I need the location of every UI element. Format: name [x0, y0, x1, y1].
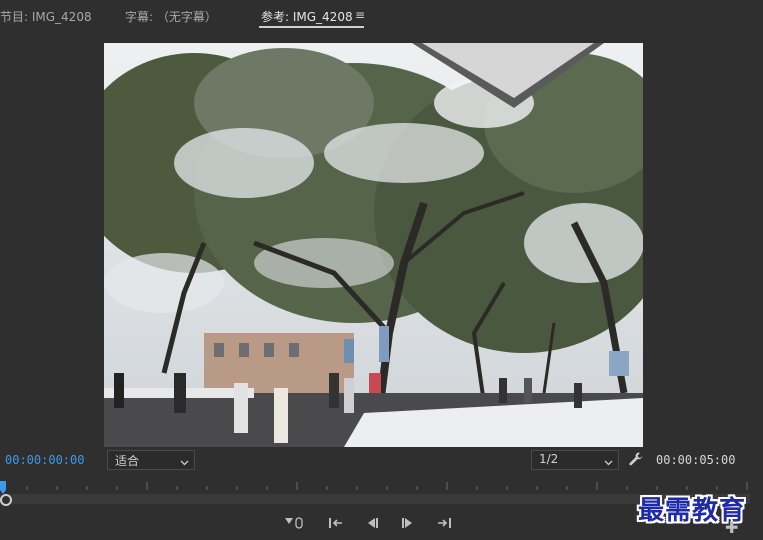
resolution-select[interactable]: 1/2: [531, 450, 619, 470]
tab-program[interactable]: 节目: IMG_4208: [0, 8, 92, 25]
resolution-select-value: 1/2: [539, 452, 559, 466]
fit-select-value: 适合: [115, 454, 140, 468]
panel-tab-bar: 节目: IMG_4208 字幕: （无字幕） 参考: IMG_4208 ≡: [0, 0, 763, 30]
tab-captions[interactable]: 字幕: （无字幕）: [125, 8, 217, 25]
current-timecode[interactable]: 00:00:00:00: [5, 453, 84, 467]
chevron-down-icon: [180, 455, 189, 469]
video-viewer: [104, 43, 643, 447]
hamburger-menu-icon[interactable]: ≡: [355, 8, 365, 22]
tab-reference[interactable]: 参考: IMG_4208: [261, 8, 353, 25]
fit-select[interactable]: 适合: [107, 450, 195, 470]
plus-icon[interactable]: ✚: [725, 518, 738, 537]
chevron-down-icon: [604, 455, 613, 469]
video-frame-image: [104, 43, 643, 447]
step-to-out-icon[interactable]: [433, 514, 455, 532]
transport-controls: [283, 514, 455, 532]
step-forward-icon[interactable]: [397, 514, 419, 532]
step-back-icon[interactable]: [361, 514, 383, 532]
step-to-in-icon[interactable]: [325, 514, 347, 532]
add-marker-icon[interactable]: [283, 514, 305, 532]
wrench-icon[interactable]: [628, 451, 644, 471]
playhead-handle[interactable]: [0, 494, 12, 506]
duration-timecode: 00:00:05:00: [656, 453, 736, 467]
active-tab-indicator: [259, 26, 364, 28]
